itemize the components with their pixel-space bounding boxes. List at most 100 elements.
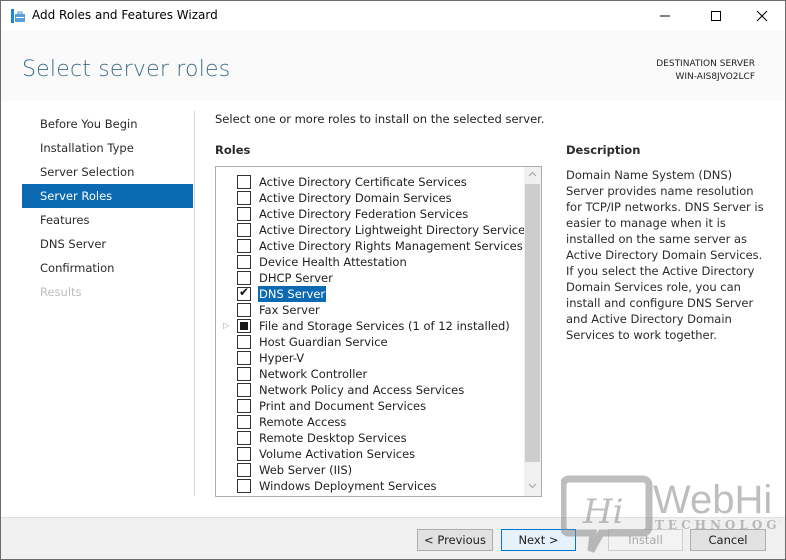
- role-checkbox[interactable]: [237, 383, 251, 397]
- partial-check-icon: [240, 322, 248, 330]
- nav-step-server-selection[interactable]: Server Selection: [22, 160, 193, 184]
- role-label[interactable]: Windows Deployment Services: [258, 478, 437, 494]
- role-checkbox[interactable]: [237, 207, 251, 221]
- role-item[interactable]: Remote Desktop Services: [216, 430, 521, 446]
- title-bar: Add Roles and Features Wizard: [1, 1, 785, 31]
- wizard-header: Select server roles DESTINATION SERVER W…: [1, 31, 785, 101]
- maximize-icon: [711, 11, 721, 21]
- role-label[interactable]: Volume Activation Services: [258, 446, 416, 462]
- nav-step-dns-server[interactable]: DNS Server: [22, 232, 193, 256]
- scroll-up-button[interactable]: [524, 167, 541, 184]
- destination-server-info: DESTINATION SERVER WIN-AIS8JVO2LCF: [656, 58, 755, 84]
- role-item[interactable]: Volume Activation Services: [216, 446, 521, 462]
- role-label[interactable]: Active Directory Rights Management Servi…: [258, 238, 524, 254]
- role-item[interactable]: Network Policy and Access Services: [216, 382, 521, 398]
- close-button[interactable]: [739, 1, 785, 31]
- role-checkbox[interactable]: [237, 271, 251, 285]
- role-checkbox[interactable]: [237, 175, 251, 189]
- role-label[interactable]: Network Policy and Access Services: [258, 382, 465, 398]
- role-checkbox[interactable]: [237, 351, 251, 365]
- role-item[interactable]: Hyper-V: [216, 350, 521, 366]
- role-label[interactable]: Active Directory Lightweight Directory S…: [258, 222, 532, 238]
- roles-heading: Roles: [215, 143, 251, 157]
- role-label[interactable]: Device Health Attestation: [258, 254, 408, 270]
- role-checkbox[interactable]: [237, 447, 251, 461]
- instruction-text: Select one or more roles to install on t…: [215, 112, 545, 126]
- role-item[interactable]: Active Directory Domain Services: [216, 190, 521, 206]
- role-label[interactable]: Remote Access: [258, 414, 347, 430]
- role-checkbox[interactable]: [237, 431, 251, 445]
- role-item[interactable]: DHCP Server: [216, 270, 521, 286]
- role-checkbox[interactable]: [237, 479, 251, 493]
- previous-button[interactable]: < Previous: [417, 529, 493, 551]
- role-item[interactable]: Print and Document Services: [216, 398, 521, 414]
- role-checkbox[interactable]: [237, 191, 251, 205]
- role-label[interactable]: DHCP Server: [258, 270, 334, 286]
- role-item[interactable]: Network Controller: [216, 366, 521, 382]
- nav-step-before-you-begin[interactable]: Before You Begin: [22, 112, 193, 136]
- role-checkbox[interactable]: ✔: [237, 285, 251, 301]
- minimize-button[interactable]: [642, 1, 688, 31]
- roles-scrollbar[interactable]: [524, 167, 541, 496]
- cancel-button[interactable]: Cancel: [690, 529, 766, 551]
- role-label[interactable]: DNS Server: [258, 286, 327, 302]
- role-label[interactable]: Active Directory Federation Services: [258, 206, 469, 222]
- wizard-window: Add Roles and Features Wizard Select ser…: [0, 0, 786, 560]
- role-label[interactable]: Active Directory Certificate Services: [258, 174, 468, 190]
- description-text: Domain Name System (DNS) Server provides…: [566, 168, 764, 342]
- role-checkbox[interactable]: [237, 335, 251, 349]
- role-label[interactable]: Fax Server: [258, 302, 321, 318]
- nav-divider: [194, 111, 195, 496]
- chevron-down-icon: [528, 483, 537, 489]
- role-checkbox[interactable]: [237, 223, 251, 237]
- role-label[interactable]: Print and Document Services: [258, 398, 427, 414]
- role-item[interactable]: Windows Deployment Services: [216, 478, 521, 494]
- role-item[interactable]: Web Server (IIS): [216, 462, 521, 478]
- scrollbar-thumb[interactable]: [525, 184, 540, 462]
- role-checkbox[interactable]: [237, 367, 251, 381]
- expand-arrow-icon[interactable]: ▷: [223, 318, 231, 334]
- role-item[interactable]: Active Directory Lightweight Directory S…: [216, 222, 531, 238]
- role-checkbox[interactable]: [237, 255, 251, 269]
- role-label[interactable]: Network Controller: [258, 366, 368, 382]
- server-manager-icon: [11, 9, 25, 23]
- role-checkbox[interactable]: [237, 463, 251, 477]
- scroll-down-button[interactable]: [524, 479, 541, 496]
- nav-step-installation-type[interactable]: Installation Type: [22, 136, 193, 160]
- role-label[interactable]: Remote Desktop Services: [258, 430, 408, 446]
- nav-step-features[interactable]: Features: [22, 208, 193, 232]
- nav-step-confirmation[interactable]: Confirmation: [22, 256, 193, 280]
- nav-step-results: Results: [40, 285, 82, 299]
- maximize-button[interactable]: [693, 1, 739, 31]
- roles-list: Active Directory Certificate Services Act…: [216, 174, 531, 494]
- close-icon: [756, 10, 768, 22]
- wizard-footer: < Previous Next > Install Cancel: [1, 517, 785, 559]
- role-checkbox[interactable]: [237, 303, 251, 317]
- watermark-brand-text: WebHi: [653, 478, 772, 522]
- role-item[interactable]: Device Health Attestation: [216, 254, 521, 270]
- nav-step-server-roles[interactable]: Server Roles: [22, 184, 193, 208]
- role-label[interactable]: Host Guardian Service: [258, 334, 389, 350]
- wizard-steps-nav: Before You Begin Installation Type Serve…: [22, 112, 193, 304]
- role-item[interactable]: Active Directory Rights Management Servi…: [216, 238, 524, 254]
- role-checkbox[interactable]: [237, 415, 251, 429]
- description-heading: Description: [566, 143, 641, 157]
- minimize-icon: [660, 15, 670, 17]
- role-item[interactable]: Fax Server: [216, 302, 521, 318]
- role-checkbox[interactable]: [237, 239, 251, 253]
- role-label[interactable]: Active Directory Domain Services: [258, 190, 453, 206]
- role-label[interactable]: Hyper-V: [258, 350, 305, 366]
- role-item[interactable]: ▷ File and Storage Services (1 of 12 inst…: [216, 318, 521, 334]
- role-checkbox[interactable]: [237, 319, 251, 333]
- role-label[interactable]: Web Server (IIS): [258, 462, 353, 478]
- role-item[interactable]: ✔ DNS Server: [216, 285, 521, 302]
- role-checkbox[interactable]: [237, 399, 251, 413]
- next-button[interactable]: Next >: [501, 529, 576, 551]
- role-item[interactable]: Host Guardian Service: [216, 334, 521, 350]
- role-item[interactable]: Active Directory Certificate Services: [216, 174, 521, 190]
- roles-list-box: Active Directory Certificate Services Act…: [215, 166, 542, 497]
- role-item[interactable]: Active Directory Federation Services: [216, 206, 521, 222]
- role-item[interactable]: Remote Access: [216, 414, 521, 430]
- chevron-up-icon: [528, 171, 537, 177]
- role-label[interactable]: File and Storage Services (1 of 12 insta…: [258, 318, 511, 334]
